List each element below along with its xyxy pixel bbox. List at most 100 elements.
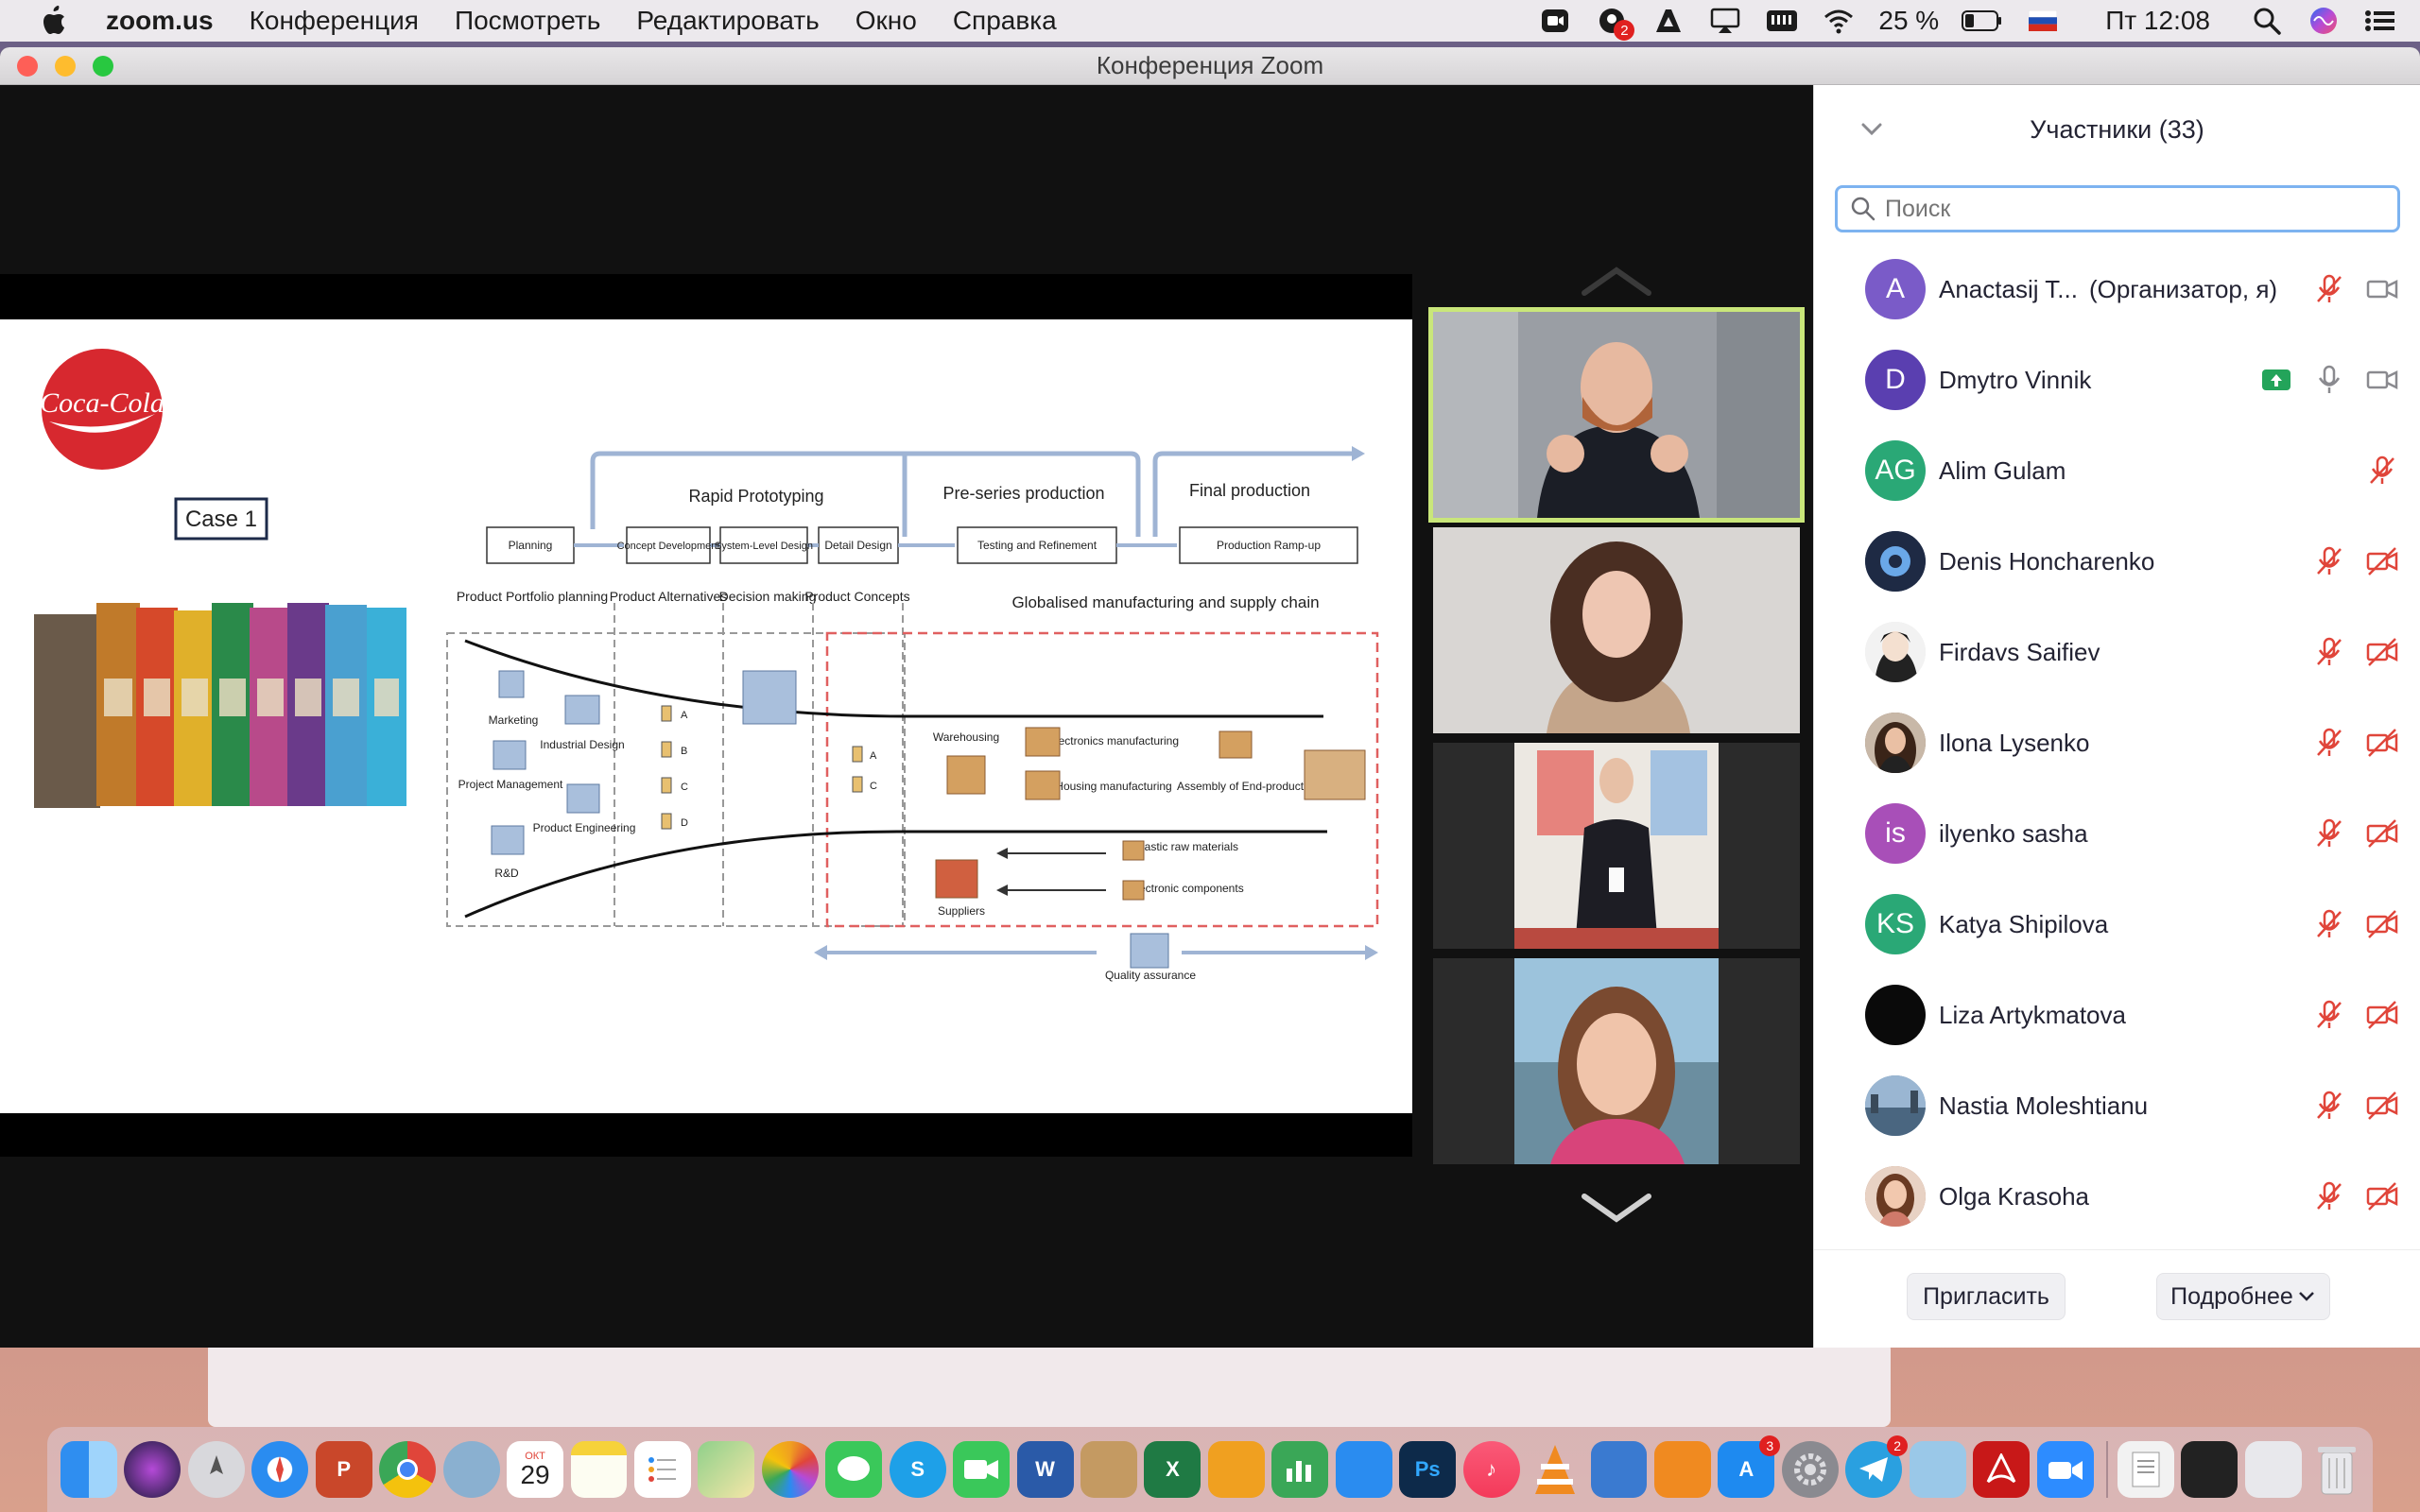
participant-row[interactable]: D Dmytro Vinnik [1814, 335, 2420, 425]
more-button[interactable]: Подробнее [2156, 1273, 2330, 1320]
photoshop-icon[interactable]: Ps [1399, 1441, 1457, 1498]
video-tile-2[interactable] [1433, 527, 1800, 733]
battery-icon[interactable] [1962, 7, 2003, 35]
keynote-icon[interactable] [1335, 1441, 1392, 1498]
pages-icon[interactable] [1207, 1441, 1265, 1498]
video-off-icon[interactable] [2366, 817, 2398, 850]
close-window-button[interactable] [17, 55, 38, 77]
powerpoint-icon[interactable]: P [315, 1441, 372, 1498]
facetime-icon[interactable] [953, 1441, 1011, 1498]
participant-row[interactable]: A Anactasij T... (Организатор, я) [1814, 244, 2420, 335]
participant-row[interactable]: AG Alim Gulam [1814, 425, 2420, 516]
system-preferences-icon[interactable] [1781, 1441, 1839, 1498]
russian-flag-icon[interactable] [2026, 7, 2060, 35]
menu-view[interactable]: Посмотреть [455, 6, 600, 36]
downloads-stack-icon[interactable] [2244, 1441, 2302, 1498]
participant-row[interactable]: Olga Krasoha [1814, 1151, 2420, 1242]
video-off-icon[interactable] [2366, 908, 2398, 940]
telegram-icon[interactable]: 2 [1845, 1435, 1909, 1498]
video-off-icon[interactable] [2366, 727, 2398, 759]
document-stack-icon[interactable] [2118, 1441, 2174, 1498]
menu-app-name[interactable]: zoom.us [106, 6, 214, 36]
mic-icon[interactable] [2313, 364, 2345, 396]
clock[interactable]: Пт 12:08 [2105, 6, 2210, 36]
search-field[interactable] [1835, 185, 2400, 232]
mic-muted-icon[interactable] [2313, 727, 2345, 759]
trash-icon[interactable] [2308, 1441, 2365, 1498]
excel-icon[interactable]: X [1144, 1441, 1201, 1498]
contacts-icon[interactable] [1080, 1441, 1137, 1498]
reminders-icon[interactable] [633, 1441, 691, 1498]
mic-muted-icon[interactable] [2313, 1090, 2345, 1122]
participant-row[interactable]: Nastia Moleshtianu [1814, 1060, 2420, 1151]
chevron-down-icon[interactable] [1859, 117, 1884, 142]
airdrop-icon[interactable] [442, 1441, 500, 1498]
scroll-down-icon[interactable] [1577, 1189, 1656, 1227]
photos-icon[interactable] [761, 1441, 819, 1498]
video-camera-icon[interactable] [2366, 364, 2398, 396]
participant-row[interactable]: is ilyenko sasha [1814, 788, 2420, 879]
word-icon[interactable]: W [1016, 1441, 1074, 1498]
video-off-icon[interactable] [2366, 545, 2398, 577]
video-tile-3[interactable] [1433, 743, 1800, 949]
mic-muted-icon[interactable] [2313, 1180, 2345, 1212]
search-input[interactable] [1885, 195, 2377, 223]
participant-row[interactable]: Ilona Lysenko [1814, 697, 2420, 788]
mic-muted-icon[interactable] [2313, 908, 2345, 940]
wifi-icon[interactable] [1822, 7, 1856, 35]
video-tile-4[interactable] [1433, 958, 1800, 1164]
spotlight-search-icon[interactable] [2250, 7, 2284, 35]
adobe-icon[interactable] [1651, 7, 1685, 35]
video-off-icon[interactable] [2366, 1180, 2398, 1212]
preview-icon[interactable] [1909, 1441, 1966, 1498]
shared-slide[interactable]: Coca-Cola Case 1 Rapid Prototyping Pre-s… [0, 319, 1412, 1113]
finder-icon[interactable] [60, 1441, 117, 1498]
video-off-icon[interactable] [2366, 636, 2398, 668]
safari-icon[interactable] [251, 1441, 309, 1498]
scroll-up-icon[interactable] [1577, 263, 1656, 301]
messages-icon[interactable] [825, 1441, 883, 1498]
menu-help[interactable]: Справка [953, 6, 1057, 36]
video-camera-icon[interactable] [2366, 273, 2398, 305]
zoom-app-icon[interactable] [2036, 1441, 2094, 1498]
skype-icon[interactable]: S [889, 1441, 946, 1498]
numbers-icon[interactable] [1271, 1441, 1329, 1498]
acrobat-icon[interactable] [1973, 1441, 2031, 1498]
window-titlebar[interactable]: Конференция Zoom [0, 47, 2420, 85]
video-off-icon[interactable] [2366, 999, 2398, 1031]
music-icon[interactable]: ♪ [1462, 1441, 1520, 1498]
menu-edit[interactable]: Редактировать [636, 6, 819, 36]
notes-icon[interactable] [570, 1441, 628, 1498]
mic-muted-icon[interactable] [2313, 817, 2345, 850]
mic-muted-icon[interactable] [2313, 636, 2345, 668]
invite-button[interactable]: Пригласить [1907, 1273, 2066, 1320]
apple-icon[interactable] [36, 2, 74, 40]
screenshot-thumbnail-icon[interactable] [2181, 1441, 2238, 1498]
siri-icon[interactable] [2307, 7, 2341, 35]
participant-row[interactable]: Firdavs Saifiev [1814, 607, 2420, 697]
notification-app-icon[interactable]: 2 [1595, 7, 1635, 41]
app-store-icon[interactable]: A3 [1718, 1435, 1781, 1498]
books-icon[interactable] [1653, 1441, 1711, 1498]
menu-window[interactable]: Окно [856, 6, 917, 36]
airplay-icon[interactable] [1708, 7, 1742, 35]
mic-muted-icon[interactable] [2313, 545, 2345, 577]
participant-row[interactable]: Denis Honcharenko [1814, 516, 2420, 607]
minimize-window-button[interactable] [55, 55, 76, 77]
screen-share-icon[interactable] [2260, 364, 2292, 396]
zoom-window-button[interactable] [93, 55, 113, 77]
zoom-status-icon[interactable] [1538, 7, 1572, 35]
menu-conference[interactable]: Конференция [250, 6, 419, 36]
cloud-app-icon[interactable] [1590, 1441, 1648, 1498]
maps-icon[interactable] [698, 1441, 755, 1498]
keyboard-status-icon[interactable] [1765, 7, 1799, 35]
calendar-icon[interactable]: ОКТ 29 [507, 1441, 563, 1498]
participant-row[interactable]: KS Katya Shipilova [1814, 879, 2420, 970]
mic-muted-icon[interactable] [2313, 999, 2345, 1031]
participant-row[interactable]: Liza Artykmatova [1814, 970, 2420, 1060]
control-center-icon[interactable] [2363, 7, 2397, 35]
video-tile-active-speaker[interactable] [1428, 307, 1805, 523]
mic-muted-icon[interactable] [2313, 273, 2345, 305]
mic-muted-icon[interactable] [2366, 455, 2398, 487]
chrome-icon[interactable] [379, 1441, 437, 1498]
